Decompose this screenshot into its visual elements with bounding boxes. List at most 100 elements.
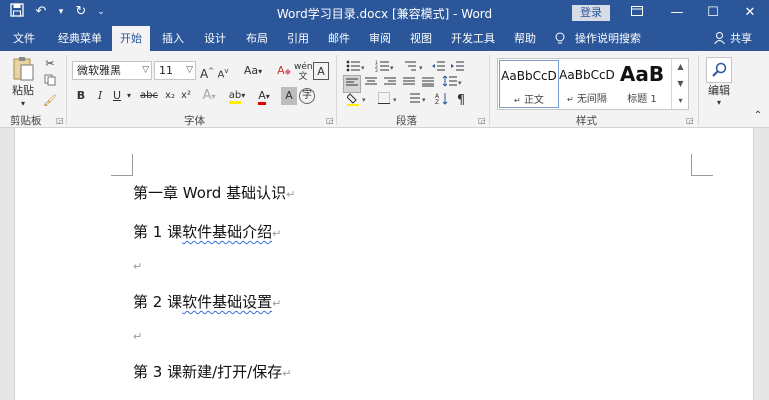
style-normal-sample: AaBbCcD	[501, 69, 557, 83]
find-icon[interactable]	[706, 57, 732, 83]
editing-dropdown-icon[interactable]: ▾	[712, 94, 726, 112]
font-color-button[interactable]: A▾	[252, 87, 276, 105]
tab-layout[interactable]: 布局	[240, 26, 274, 51]
ribbon-display-options-icon[interactable]	[624, 2, 650, 24]
paragraph-mark: ↵	[272, 227, 282, 240]
style-heading-1-sample: AaB	[619, 62, 665, 86]
grow-font-button[interactable]: A^	[200, 62, 214, 81]
align-center-icon[interactable]	[362, 75, 380, 93]
grow-font-label: A	[200, 67, 209, 81]
document-paragraph[interactable]: 第 1 课软件基础介绍↵	[133, 221, 281, 242]
shading-icon[interactable]: ▾	[343, 92, 371, 110]
borders-icon[interactable]: ▾	[374, 92, 402, 110]
bold-button[interactable]: B	[74, 87, 88, 105]
styles-launcher-icon[interactable]: ◲	[686, 117, 694, 125]
superscript-button[interactable]: x²	[178, 87, 194, 105]
chinese-layout-icon[interactable]: ▾	[407, 92, 431, 110]
align-right-icon[interactable]	[381, 75, 399, 93]
enclose-characters-button[interactable]: 字	[299, 88, 315, 104]
grammar-flag: 软件基础设置	[182, 293, 273, 311]
text-effects-icon[interactable]: A▾	[198, 87, 220, 105]
document-paragraph[interactable]: 第一章 Word 基础认识↵	[133, 182, 295, 203]
sort-icon[interactable]: AZ	[433, 92, 451, 110]
shrink-font-button[interactable]: Av	[216, 62, 230, 80]
change-case-button[interactable]: Aa▾	[240, 62, 266, 80]
clipboard-launcher-icon[interactable]: ◲	[56, 117, 64, 125]
paragraph-launcher-icon[interactable]: ◲	[478, 117, 486, 125]
close-icon[interactable]: ✕	[737, 2, 763, 24]
font-group-label: 字体	[184, 115, 205, 127]
tell-me-search[interactable]: 操作说明搜索	[575, 26, 643, 51]
tab-references[interactable]: 引用	[281, 26, 315, 51]
tab-home[interactable]: 开始	[112, 26, 150, 51]
cut-icon[interactable]: ✂	[42, 55, 58, 73]
character-border-button[interactable]: A	[313, 62, 329, 80]
paragraph-mark: ↵	[282, 367, 292, 380]
font-size-combo[interactable]: 11 ▽	[154, 61, 196, 80]
tab-file[interactable]: 文件	[6, 26, 42, 51]
subscript-button[interactable]: x₂	[162, 87, 178, 105]
margin-corner-mark	[111, 154, 133, 176]
show-hide-marks-icon[interactable]: ¶	[453, 92, 469, 110]
tab-mailings[interactable]: 邮件	[322, 26, 356, 51]
character-shading-button[interactable]: A	[281, 87, 297, 105]
phonetic-guide-button[interactable]: wén 文	[294, 62, 313, 82]
collapse-ribbon-icon[interactable]: ⌃	[751, 107, 765, 125]
group-separator	[66, 55, 67, 125]
style-heading-1-label: 标题 1	[627, 94, 657, 105]
login-button[interactable]: 登录	[572, 5, 610, 21]
chevron-up-icon[interactable]: ▲	[672, 58, 689, 75]
font-launcher-icon[interactable]: ◲	[326, 117, 334, 125]
copy-icon[interactable]	[42, 74, 58, 92]
line-spacing-icon[interactable]: ▾	[439, 75, 467, 93]
font-name-combo[interactable]: 微软雅黑 ▽	[72, 61, 152, 80]
document-paragraph[interactable]: 第 3 课新建/打开/保存↵	[133, 361, 291, 382]
underline-button[interactable]: U	[110, 87, 124, 105]
window-title: Word学习目录.docx [兼容模式] - Word	[276, 7, 493, 21]
share-button[interactable]: 共享	[728, 26, 754, 51]
svg-text:▾: ▾	[362, 96, 366, 104]
vertical-scrollbar[interactable]	[755, 128, 769, 400]
minimize-icon[interactable]: —	[664, 2, 690, 24]
style-no-spacing[interactable]: AaBbCcD ↵ 无间隔	[557, 60, 617, 108]
maximize-icon[interactable]: ☐	[700, 2, 726, 24]
more-styles-icon[interactable]: ▾	[672, 92, 689, 109]
tab-insert[interactable]: 插入	[156, 26, 190, 51]
chevron-down-icon: ▽	[186, 65, 193, 75]
paragraph-group-label: 段落	[396, 115, 417, 127]
tab-help[interactable]: 帮助	[508, 26, 542, 51]
document-paragraph[interactable]: ↵	[133, 256, 142, 274]
chevron-down-icon[interactable]: ▼	[672, 75, 689, 92]
paste-dropdown-icon[interactable]: ▾	[16, 95, 30, 113]
underline-dropdown-icon[interactable]: ▾	[125, 87, 133, 105]
style-heading-1-name: 标题 1	[612, 90, 672, 105]
document-paragraph[interactable]: ↵	[133, 326, 142, 344]
strikethrough-button[interactable]: abc	[138, 87, 160, 105]
phonetic-guide-label: wén	[294, 62, 313, 72]
justify-icon[interactable]	[400, 75, 418, 93]
clipboard-group-label: 剪贴板	[10, 115, 42, 127]
clipboard-icon[interactable]	[8, 55, 38, 85]
highlight-label: ab	[228, 90, 242, 104]
clear-formatting-icon[interactable]: A◆	[276, 62, 292, 80]
align-left-icon[interactable]	[343, 75, 361, 93]
style-normal[interactable]: AaBbCcD ↵ 正文	[499, 60, 559, 108]
italic-button[interactable]: I	[93, 87, 107, 105]
paragraph-text: 第 2 课	[133, 293, 183, 311]
styles-scroll: ▲ ▼ ▾	[671, 58, 689, 110]
paragraph-text: 第 3 课新建/打开/保存	[133, 363, 283, 381]
document-paragraph[interactable]: 第 2 课软件基础设置↵	[133, 291, 281, 312]
tab-view[interactable]: 视图	[404, 26, 438, 51]
highlight-button[interactable]: ab▾	[225, 87, 249, 105]
document-page[interactable]: 第一章 Word 基础认识↵ 第 1 课软件基础介绍↵ ↵ 第 2 课软件基础设…	[14, 128, 754, 400]
svg-text:▾: ▾	[361, 64, 365, 72]
format-painter-icon[interactable]: 🖌	[42, 92, 58, 110]
style-heading-1[interactable]: AaB 标题 1	[612, 60, 672, 108]
tab-design[interactable]: 设计	[198, 26, 232, 51]
distributed-icon[interactable]	[419, 75, 437, 93]
tab-classic-menu[interactable]: 经典菜单	[52, 26, 108, 51]
grammar-flag: 软件基础介绍	[182, 223, 273, 241]
tab-review[interactable]: 审阅	[363, 26, 397, 51]
tab-developer[interactable]: 开发工具	[448, 26, 498, 51]
paragraph-text: 第一章 Word 基础认识	[133, 184, 287, 202]
